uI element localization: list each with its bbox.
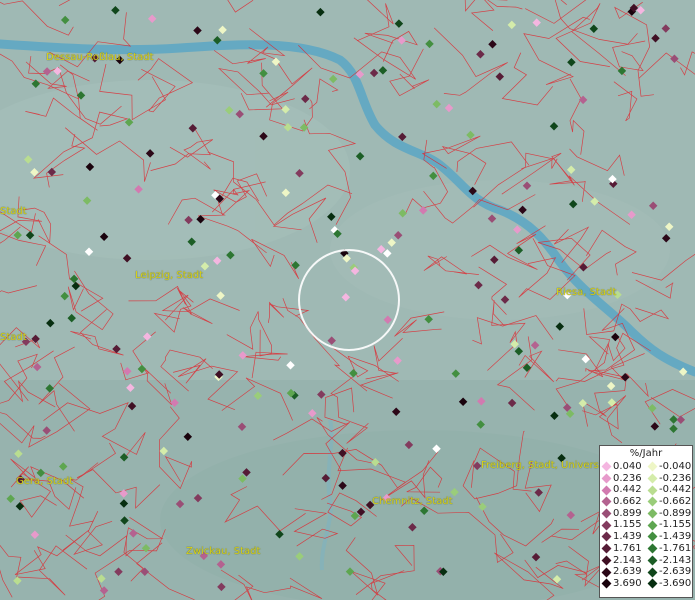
legend-value: 0.236: [613, 472, 642, 484]
legend-row: 0.236 -0.236: [600, 473, 692, 485]
legend-entry: 3.690: [600, 578, 646, 590]
legend-value: 0.442: [613, 484, 642, 496]
legend-value: 0.899: [613, 507, 642, 519]
legend-swatch: [647, 520, 658, 531]
legend-swatch: [601, 532, 612, 542]
legend-row: 3.690 -3.690: [600, 578, 692, 590]
city-label-left-mid: Stadt: [0, 332, 27, 343]
legend-entry: -1.761: [646, 543, 692, 555]
legend-value: -2.143: [659, 554, 692, 566]
legend-value: 2.639: [613, 566, 642, 578]
city-label-left-top: Stadt: [0, 206, 27, 217]
legend-swatch: [647, 496, 658, 507]
legend-value: -0.236: [659, 472, 692, 484]
legend-entry: -0.236: [646, 473, 692, 485]
legend-entry: 1.761: [600, 543, 646, 555]
legend-swatch: [647, 461, 658, 472]
legend-entry: -2.143: [646, 555, 692, 567]
legend-swatch: [601, 578, 612, 589]
legend-swatch: [601, 485, 612, 496]
legend-entry: 1.155: [600, 519, 646, 531]
legend-value: -0.899: [659, 507, 692, 519]
legend-swatch: [601, 520, 612, 531]
legend-entry: -0.442: [646, 484, 692, 496]
legend-swatch: [647, 543, 658, 554]
legend-row: 2.639 -2.639: [600, 566, 692, 578]
city-label-freiberg: Freiberg, Stadt, Universi: [481, 460, 602, 471]
legend-entry: 0.442: [600, 484, 646, 496]
legend-row: 1.155 -1.155: [600, 519, 692, 531]
legend-swatch: [601, 461, 612, 472]
legend-entry: -1.439: [646, 531, 692, 543]
legend-value: 3.690: [613, 577, 642, 589]
legend-entry: 0.236: [600, 473, 646, 485]
city-label-zwickau: Zwickau, Stadt: [186, 546, 261, 557]
legend-value: -0.040: [659, 461, 692, 472]
legend-entry: -0.662: [646, 496, 692, 508]
legend-row: 0.442 -0.442: [600, 484, 692, 496]
legend-entry: 0.662: [600, 496, 646, 508]
legend-value: 1.155: [613, 519, 642, 531]
legend-row: 2.143 -2.143: [600, 555, 692, 567]
legend-title: %/Jahr: [629, 448, 663, 459]
legend-entry: 2.143: [600, 555, 646, 567]
legend-swatch: [647, 555, 658, 566]
legend-entry: -3.690: [646, 578, 692, 590]
legend-value: 2.143: [613, 554, 642, 566]
city-label-chemnitz: Chemnitz, Stadt: [372, 496, 453, 507]
legend-swatch: [601, 496, 612, 507]
legend-entry: 0.040: [600, 461, 646, 473]
legend-entry: -2.639: [646, 566, 692, 578]
legend-swatch: [647, 485, 658, 496]
city-label-riesa: Riesa, Stadt: [556, 287, 617, 298]
legend-row: 1.439 -1.439: [600, 531, 692, 543]
legend-swatch: [601, 543, 612, 554]
legend-entry: 1.439: [600, 531, 646, 543]
legend-entry: -1.155: [646, 519, 692, 531]
legend-swatch: [647, 578, 658, 589]
legend-swatch: [601, 555, 612, 566]
legend-row: 0.040 -0.040: [600, 461, 692, 473]
legend-row: 1.761 -1.761: [600, 543, 692, 555]
legend-rows: 0.040 -0.040 0.236 -0.236 0.442 -0.442 0.662 -0…: [600, 461, 692, 590]
legend-swatch: [601, 508, 612, 519]
legend-swatch: [647, 508, 658, 519]
legend-entry: -0.040: [646, 461, 692, 473]
legend-entry: 2.639: [600, 566, 646, 578]
city-label-leipzig: Leipzig, Stadt: [135, 270, 204, 281]
map-canvas[interactable]: [0, 0, 695, 600]
legend-swatch: [601, 473, 612, 484]
legend-swatch: [647, 567, 658, 577]
legend-value: 0.662: [613, 496, 642, 508]
legend-value: -3.690: [659, 577, 692, 589]
legend-entry: 0.899: [600, 508, 646, 520]
city-label-dessau: Dessau-Roßlau, Stadt: [46, 52, 154, 63]
legend-value: 0.040: [613, 461, 642, 472]
legend-swatch: [601, 567, 612, 577]
legend-value: -0.662: [659, 496, 692, 508]
legend-swatch: [647, 532, 658, 542]
legend-value: 1.439: [613, 531, 642, 543]
legend-value: -0.442: [659, 484, 692, 496]
legend-value: -1.761: [659, 542, 692, 554]
legend-row: 0.899 -0.899: [600, 508, 692, 520]
legend-value: -2.639: [659, 566, 692, 578]
legend-row: 0.662 -0.662: [600, 496, 692, 508]
legend: %/Jahr 0.040 -0.040 0.236 -0.236 0.442 -0.442…: [599, 445, 693, 598]
legend-value: -1.155: [659, 519, 692, 531]
legend-swatch: [647, 473, 658, 484]
legend-value: -1.439: [659, 531, 692, 543]
legend-value: 1.761: [613, 542, 642, 554]
city-label-gera: Gera, Stadt: [16, 476, 74, 487]
legend-entry: -0.899: [646, 508, 692, 520]
